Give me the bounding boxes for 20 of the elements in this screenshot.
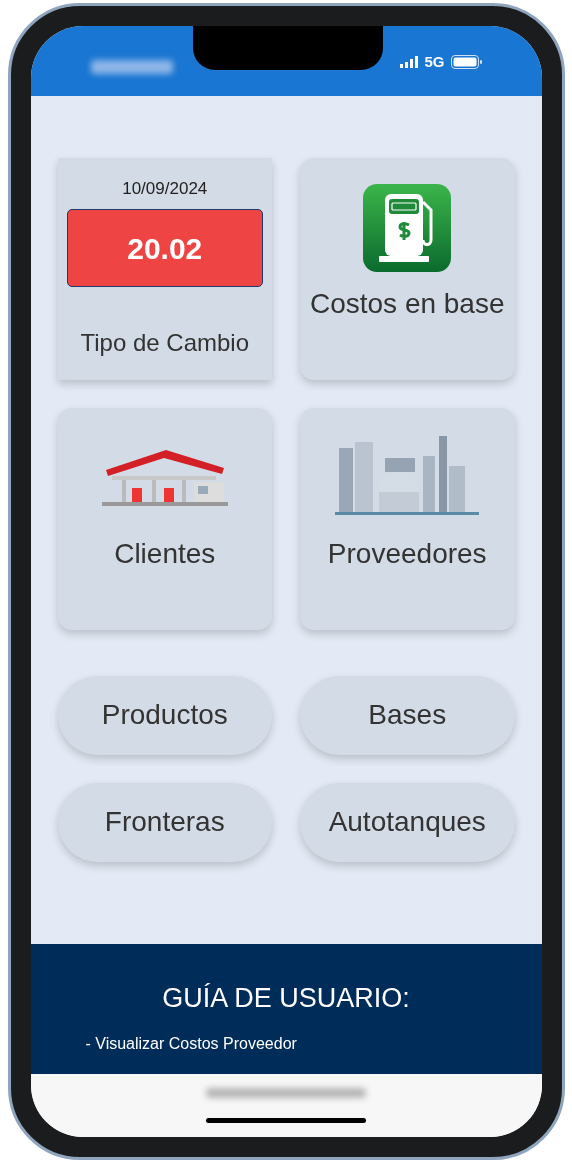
rate-date: 10/09/2024 — [122, 177, 208, 200]
menu-card[interactable]: Proveedores — [300, 407, 515, 630]
menu-card[interactable]: Costos en base — [300, 157, 515, 380]
menu-button[interactable]: Autotanques — [300, 782, 515, 862]
signal-icon — [400, 56, 419, 69]
menu-button[interactable]: Productos — [57, 675, 272, 755]
card-label: Costos en base — [309, 289, 505, 318]
rate-value: 20.02 — [127, 230, 203, 267]
exchange-rate-card[interactable]: 10/09/2024 20.02 Tipo de Cambio — [57, 157, 272, 380]
card-label: Tipo de Cambio — [80, 328, 249, 358]
menu-card[interactable]: Clientes — [57, 407, 272, 630]
network-label: 5G — [424, 52, 445, 72]
battery-icon — [450, 55, 482, 70]
guide-item: - Visualizar Costos Proveedor — [85, 1034, 298, 1054]
guide-title: GUÍA DE USUARIO: — [161, 981, 411, 1015]
card-label: Clientes — [114, 539, 216, 568]
menu-button[interactable]: Fronteras — [57, 782, 272, 862]
menu-button[interactable]: Bases — [300, 675, 515, 755]
fuel-pump-icon — [363, 183, 452, 272]
card-label: Proveedores — [327, 539, 487, 568]
